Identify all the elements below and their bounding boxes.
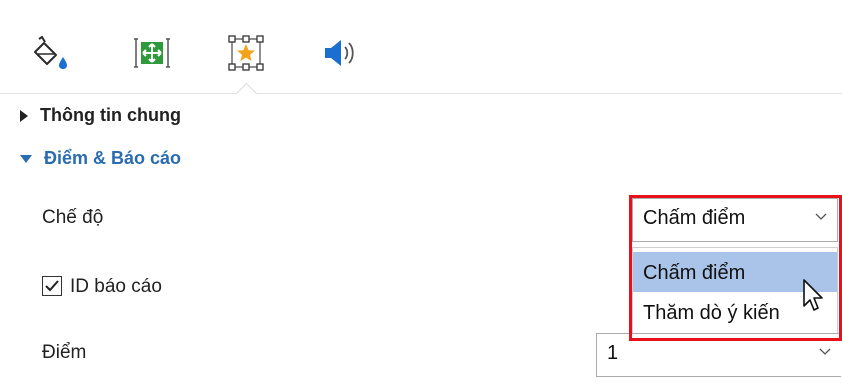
paint-bucket-icon <box>34 35 67 69</box>
score-select[interactable]: 1 <box>596 333 841 377</box>
report-id-checkbox[interactable] <box>42 276 62 296</box>
chevron-down-icon <box>815 213 827 220</box>
move-frame-icon <box>134 38 170 68</box>
section-score-label: Điểm & Báo cáo <box>44 148 182 168</box>
score-select-value: 1 <box>607 342 619 364</box>
mouse-cursor-icon <box>803 279 823 311</box>
tab-bar <box>0 0 842 105</box>
mode-option-label: Thăm dò ý kiến <box>643 302 780 324</box>
checkmark-icon <box>45 280 59 292</box>
expand-arrow-icon <box>20 109 28 122</box>
tab-layout[interactable] <box>128 26 176 80</box>
score-label: Điểm <box>42 342 87 363</box>
mode-option-label: Chấm điểm <box>643 262 746 284</box>
mode-label: Chế độ <box>42 207 104 228</box>
section-general-label: Thông tin chung <box>40 105 181 125</box>
section-general-header[interactable]: Thông tin chung <box>20 105 181 126</box>
tab-effects[interactable] <box>222 26 270 80</box>
tab-selected-indicator <box>235 82 258 105</box>
star-frame-icon <box>228 35 264 71</box>
report-id-label: ID báo cáo <box>70 276 162 297</box>
speaker-icon <box>325 40 354 66</box>
mode-select[interactable]: Chấm điểm <box>632 198 838 242</box>
tab-fill[interactable] <box>26 26 74 80</box>
chevron-down-icon <box>819 348 831 355</box>
mode-select-value: Chấm điểm <box>643 207 746 229</box>
section-score-header[interactable]: Điểm & Báo cáo <box>20 148 181 169</box>
tab-audio[interactable] <box>316 26 364 80</box>
tab-divider <box>0 93 842 94</box>
collapse-arrow-icon <box>20 154 32 163</box>
